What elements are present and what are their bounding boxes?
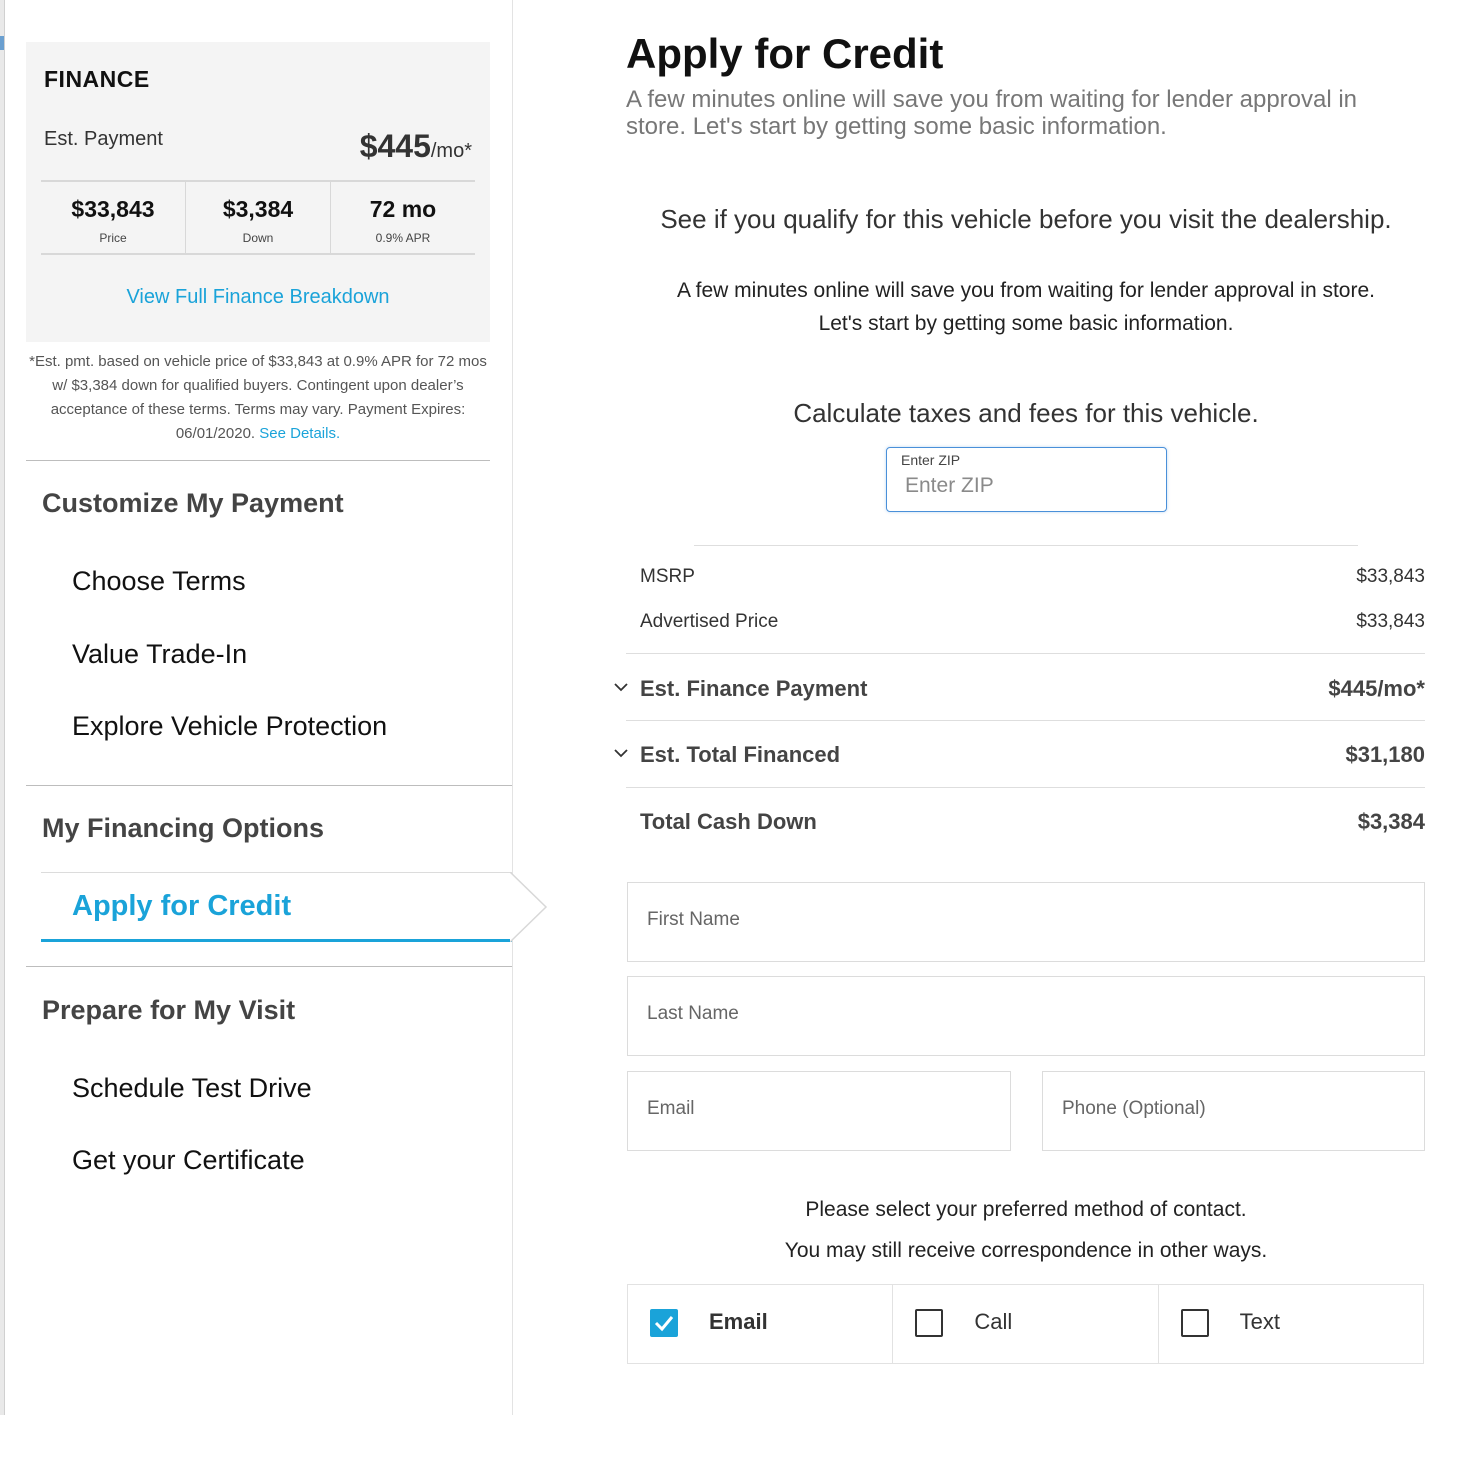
last-name-input[interactable] bbox=[647, 1003, 1364, 1025]
email-field[interactable] bbox=[627, 1071, 1011, 1151]
contact-option-text[interactable]: Text bbox=[1159, 1285, 1423, 1363]
email-option-label: Email bbox=[709, 1309, 768, 1334]
zip-label: Enter ZIP bbox=[901, 452, 961, 468]
nav-value-trade-in[interactable]: Value Trade-In bbox=[72, 639, 247, 670]
customize-payment-heading: Customize My Payment bbox=[42, 488, 344, 518]
see-details-link[interactable]: See Details. bbox=[259, 425, 340, 442]
edge-marker bbox=[0, 36, 4, 50]
main-content: Apply for Credit A few minutes online wi… bbox=[513, 0, 1459, 1459]
divider bbox=[626, 653, 1425, 654]
nav-explore-vehicle-protection[interactable]: Explore Vehicle Protection bbox=[72, 711, 387, 742]
price-label: Price bbox=[99, 231, 127, 245]
total-cash-down-value: $3,384 bbox=[1357, 809, 1425, 834]
est-finance-payment-row[interactable]: Est. Finance Payment $445/mo* bbox=[614, 676, 1425, 702]
page-title: Apply for Credit bbox=[626, 30, 944, 77]
qualify-heading: See if you qualify for this vehicle befo… bbox=[660, 204, 1392, 234]
nav-choose-terms[interactable]: Choose Terms bbox=[72, 566, 246, 597]
qualify-description: A few minutes online will save you from … bbox=[626, 274, 1426, 340]
nav-get-certificate[interactable]: Get your Certificate bbox=[72, 1145, 305, 1176]
email-checkbox[interactable] bbox=[650, 1309, 678, 1337]
total-cash-down-label: Total Cash Down bbox=[640, 809, 817, 834]
advertised-price-label: Advertised Price bbox=[640, 611, 779, 632]
finance-card: FINANCE Est. Payment $445/mo* $33,843 Pr… bbox=[26, 42, 490, 342]
calculate-taxes-heading: Calculate taxes and fees for this vehicl… bbox=[793, 398, 1259, 428]
zip-input[interactable] bbox=[905, 474, 1150, 498]
chevron-down-icon bbox=[614, 749, 628, 758]
advertised-price-row: Advertised Price $33,843 bbox=[640, 611, 1425, 633]
nav-schedule-test-drive[interactable]: Schedule Test Drive bbox=[72, 1073, 312, 1104]
divider bbox=[626, 720, 1425, 721]
price-cell: $33,843 Price bbox=[41, 182, 186, 253]
msrp-row: MSRP $33,843 bbox=[640, 566, 1425, 588]
finance-summary-row: $33,843 Price $3,384 Down 72 mo 0.9% APR bbox=[41, 180, 475, 255]
est-total-financed-label: Est. Total Financed bbox=[640, 742, 841, 767]
apr-label: 0.9% APR bbox=[375, 231, 431, 245]
checkmark-icon bbox=[654, 1316, 674, 1332]
view-finance-breakdown-link[interactable]: View Full Finance Breakdown bbox=[26, 286, 490, 309]
est-payment-value: $445/mo* bbox=[360, 128, 472, 165]
est-total-financed-row[interactable]: Est. Total Financed $31,180 bbox=[614, 742, 1425, 768]
sidebar: FINANCE Est. Payment $445/mo* $33,843 Pr… bbox=[5, 0, 513, 1415]
text-checkbox[interactable] bbox=[1180, 1309, 1209, 1337]
finance-card-title: FINANCE bbox=[44, 66, 150, 92]
prepare-visit-heading: Prepare for My Visit bbox=[42, 995, 296, 1025]
first-name-field[interactable] bbox=[627, 882, 1425, 962]
advertised-price-value: $33,843 bbox=[1356, 611, 1425, 632]
price-value: $33,843 bbox=[71, 196, 155, 222]
est-payment-amount: $445 bbox=[359, 128, 431, 164]
contact-method-options: Email Call Text bbox=[627, 1284, 1424, 1364]
nav-apply-for-credit[interactable]: Apply for Credit bbox=[41, 872, 512, 942]
est-finance-payment-value: $445/mo* bbox=[1328, 676, 1425, 701]
first-name-input[interactable] bbox=[647, 909, 1364, 931]
divider bbox=[626, 787, 1425, 788]
zip-field[interactable]: Enter ZIP bbox=[886, 447, 1167, 512]
msrp-label: MSRP bbox=[640, 566, 695, 587]
finance-disclaimer: *Est. pmt. based on vehicle price of $33… bbox=[26, 350, 490, 446]
term-value: 72 mo bbox=[369, 196, 437, 222]
est-payment-label: Est. Payment bbox=[44, 128, 163, 150]
qualify-description-line-1: A few minutes online will save you from … bbox=[676, 279, 1375, 302]
contact-option-email[interactable]: Email bbox=[628, 1285, 894, 1363]
down-cell: $3,384 Down bbox=[186, 182, 331, 253]
disclaimer-text: *Est. pmt. based on vehicle price of $33… bbox=[29, 353, 487, 442]
apply-for-credit-label: Apply for Credit bbox=[72, 890, 292, 922]
phone-field[interactable] bbox=[1042, 1071, 1425, 1151]
down-value: $3,384 bbox=[222, 196, 294, 222]
term-cell: 72 mo 0.9% APR bbox=[331, 182, 475, 253]
total-cash-down-row: Total Cash Down $3,384 bbox=[640, 809, 1425, 835]
contact-option-call[interactable]: Call bbox=[893, 1285, 1159, 1363]
divider bbox=[26, 460, 490, 461]
contact-preference-text: Please select your preferred method of c… bbox=[805, 1198, 1247, 1221]
chevron-down-icon bbox=[614, 683, 628, 692]
financing-options-heading: My Financing Options bbox=[42, 813, 324, 843]
page-subtitle: A few minutes online will save you from … bbox=[626, 86, 1358, 140]
last-name-field[interactable] bbox=[627, 976, 1425, 1056]
est-total-financed-value: $31,180 bbox=[1345, 742, 1425, 767]
text-option-label: Text bbox=[1239, 1309, 1281, 1334]
contact-correspondence-note: You may still receive correspondence in … bbox=[784, 1239, 1268, 1262]
est-finance-payment-label: Est. Finance Payment bbox=[640, 676, 868, 701]
call-option-label: Call bbox=[974, 1309, 1013, 1334]
qualify-description-line-2: Let's start by getting some basic inform… bbox=[818, 312, 1234, 335]
divider bbox=[694, 545, 1358, 546]
est-payment-suffix: /mo* bbox=[430, 140, 472, 162]
divider bbox=[26, 966, 512, 967]
msrp-value: $33,843 bbox=[1356, 566, 1425, 587]
call-checkbox[interactable] bbox=[915, 1309, 944, 1337]
down-label: Down bbox=[242, 231, 274, 245]
divider bbox=[26, 785, 512, 786]
email-input[interactable] bbox=[647, 1098, 991, 1120]
phone-input[interactable] bbox=[1062, 1098, 1405, 1120]
